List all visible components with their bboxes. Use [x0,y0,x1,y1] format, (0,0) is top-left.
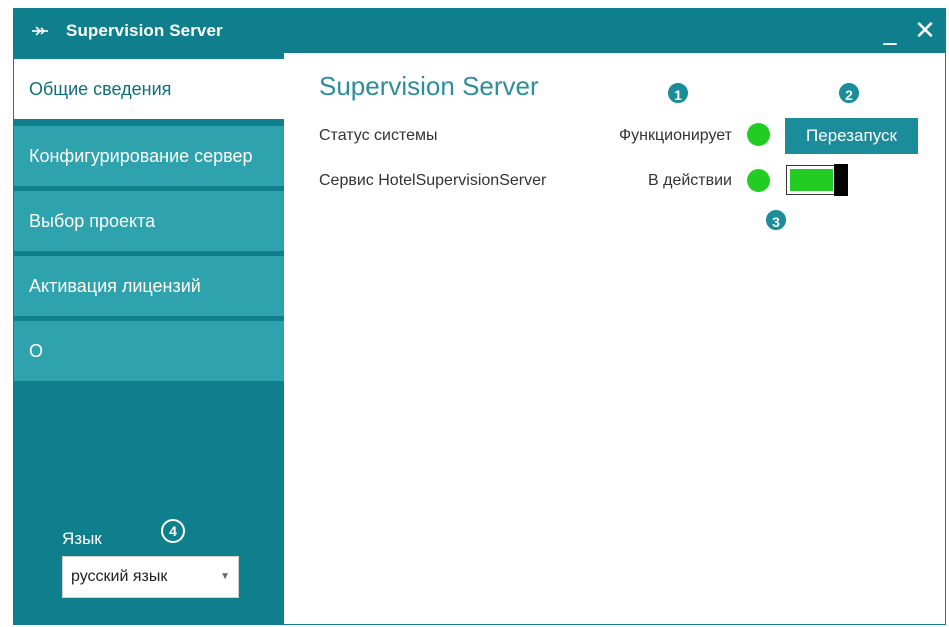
app-logo-icon [32,26,48,36]
sidebar-item-project-select[interactable]: Выбор проекта [14,191,284,251]
window-title: Supervision Server [66,21,223,40]
callout-badge-3: 3 [764,208,788,232]
sidebar-item-license-activation[interactable]: Активация лицензий [14,256,284,316]
restart-button[interactable]: Перезапуск [785,118,918,154]
service-status-label: Сервис HotelSupervisionServer [319,172,547,189]
minimize-button[interactable]: _ [874,15,906,47]
system-status-label: Статус системы [319,127,438,144]
app-window: Supervision Server _ ✕ Общие сведения Ко… [13,8,946,625]
callout-badge-2: 2 [837,81,861,105]
sidebar-item-general[interactable]: Общие сведения [14,59,284,119]
system-status-indicator [747,123,770,146]
sidebar-item-about[interactable]: О [14,321,284,381]
service-toggle[interactable] [786,164,848,196]
language-label: Язык [62,529,102,548]
sidebar-item-server-config[interactable]: Конфигурирование сервер [14,126,284,186]
service-status-indicator [747,169,770,192]
callout-badge-1: 1 [666,81,690,105]
toggle-knob[interactable] [834,164,848,196]
title-bar[interactable]: Supervision Server _ ✕ [14,9,945,53]
language-select[interactable]: русский язык ▼ [62,556,239,598]
callout-badge-4: 4 [161,519,185,543]
system-status-value: Функционирует [618,127,732,144]
page-title: Supervision Server [319,71,539,101]
close-button[interactable]: ✕ [909,15,941,47]
chevron-down-icon: ▼ [220,571,230,582]
service-status-value: В действии [648,172,732,189]
language-select-value: русский язык [71,568,168,585]
toggle-fill [790,169,833,191]
sidebar: Общие сведения Конфигурирование сервер В… [14,53,284,625]
